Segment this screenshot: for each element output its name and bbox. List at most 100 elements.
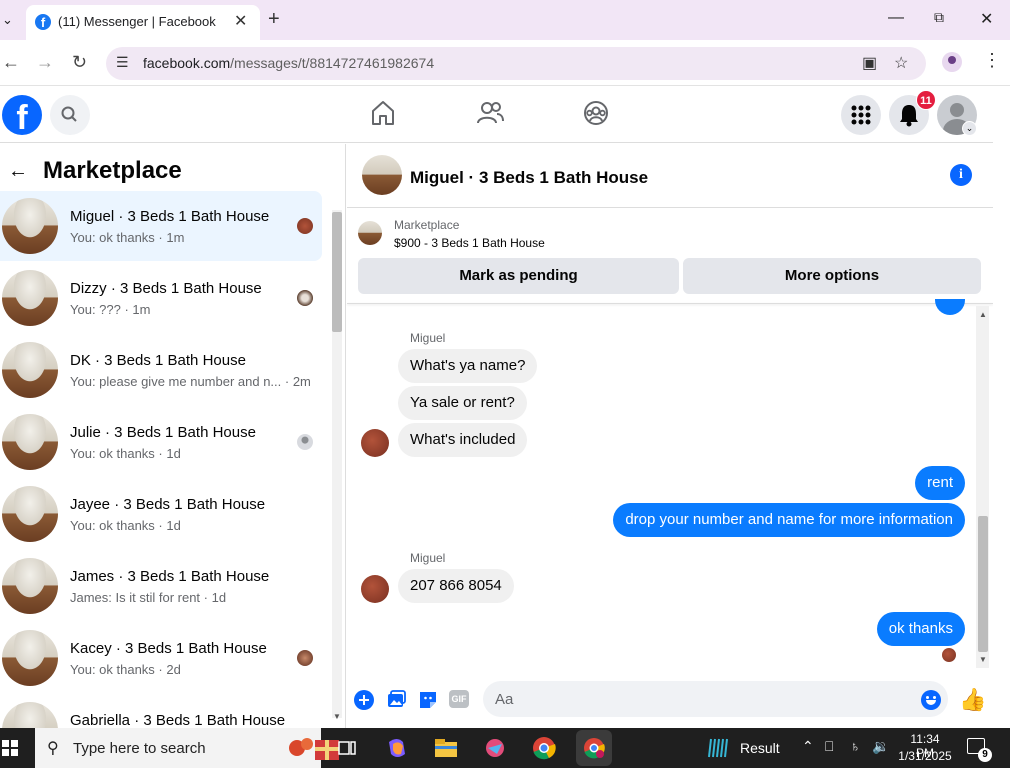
conversation-preview: You: ok thanks · 1m — [70, 230, 185, 245]
browser-toolbar: ← → ↻ ☰ facebook.com/messages/t/88147274… — [0, 40, 1010, 86]
seen-avatar — [297, 650, 313, 666]
tab-close-icon[interactable]: ✕ — [234, 11, 247, 31]
message-bubble-outgoing[interactable]: rent — [915, 466, 965, 500]
search-button[interactable] — [50, 95, 90, 135]
back-arrow-icon[interactable]: ← — [2, 52, 20, 73]
conversation-item[interactable]: James · 3 Beds 1 Bath House James: Is it… — [0, 551, 322, 621]
message-bubble-outgoing[interactable]: drop your number and name for more infor… — [613, 503, 965, 537]
sender-avatar[interactable] — [361, 575, 389, 603]
show-hidden-icons-chevron-up-icon[interactable]: ⌃ — [802, 738, 814, 755]
chrome-profile-icon[interactable] — [942, 52, 962, 72]
message-bubble-outgoing[interactable]: ok thanks — [876, 612, 965, 646]
conversation-item[interactable]: DK · 3 Beds 1 Bath House You: please giv… — [0, 335, 322, 405]
mark-as-pending-button[interactable]: Mark as pending — [358, 258, 679, 294]
listing-thumbnail — [2, 414, 58, 470]
gif-button[interactable]: GIF — [449, 690, 469, 708]
back-arrow-icon[interactable]: ← — [8, 160, 28, 183]
volume-icon[interactable]: 🔉 — [872, 738, 889, 755]
widget-result-label[interactable]: Result — [740, 740, 780, 756]
minimize-icon[interactable]: — — [888, 9, 904, 27]
listing-thumbnail — [2, 198, 58, 254]
message-bubble-incoming[interactable]: What's included — [398, 423, 528, 457]
notification-count-badge: 9 — [978, 748, 992, 762]
wifi-icon[interactable]: ♄ — [850, 738, 861, 754]
scrollbar-thumb[interactable] — [332, 212, 342, 332]
sticker-button[interactable] — [417, 689, 439, 711]
scroll-down-icon[interactable]: ▼ — [333, 712, 341, 721]
browser-tab-bar: ⌄ f (11) Messenger | Facebook ✕ + — ⧉ ✕ — [0, 0, 1010, 40]
chrome-profile-taskbar-icon[interactable] — [576, 730, 612, 766]
cricket-score-icon[interactable] — [706, 736, 734, 764]
groups-icon[interactable] — [582, 99, 610, 127]
listing-price-title[interactable]: $900 - 3 Beds 1 Bath House — [394, 236, 545, 250]
notification-badge: 11 — [916, 90, 936, 110]
address-bar[interactable]: ☰ facebook.com/messages/t/88147274619826… — [106, 47, 926, 80]
site-info-icon[interactable]: ☰ — [116, 54, 129, 71]
install-app-icon[interactable]: ▣ — [862, 53, 877, 73]
task-view-icon[interactable] — [333, 734, 361, 762]
meet-now-icon[interactable]: ⎕ — [825, 738, 833, 755]
more-options-button[interactable]: More options — [683, 258, 981, 294]
listing-thumbnail[interactable] — [358, 221, 382, 245]
conversation-preview: You: ok thanks · 1d — [70, 518, 181, 533]
taskbar-search-box[interactable]: ⚲ Type here to search — [35, 728, 339, 768]
copilot-icon[interactable] — [383, 734, 411, 762]
page-edge — [993, 144, 1010, 728]
conversation-list-scrollbar[interactable]: ▼ — [330, 206, 344, 726]
seen-indicator-avatar — [942, 648, 956, 662]
chat-header: Miguel · 3 Beds 1 Bath House i — [347, 144, 993, 208]
chat-listing-avatar[interactable] — [362, 155, 402, 195]
windows-taskbar: ⚲ Type here to search Result ⌃ ⎕ ♄ 🔉 11:… — [0, 728, 1010, 768]
divider — [347, 303, 993, 304]
message-bubble-incoming[interactable]: 207 866 8054 — [398, 569, 514, 603]
conversation-item[interactable]: Kacey · 3 Beds 1 Bath House You: ok than… — [0, 623, 322, 693]
message-composer: GIF 👍 — [347, 678, 993, 728]
chat-title[interactable]: Miguel · 3 Beds 1 Bath House — [410, 168, 648, 188]
conversation-item[interactable]: Miguel · 3 Beds 1 Bath House You: ok tha… — [0, 191, 322, 261]
scroll-down-icon[interactable]: ▼ — [979, 655, 987, 664]
reload-icon[interactable]: ↻ — [72, 52, 87, 73]
attach-photo-button[interactable] — [385, 689, 407, 711]
tab-search-icon[interactable]: ⌄ — [2, 12, 13, 28]
sender-avatar[interactable] — [361, 429, 389, 457]
message-bubble-outgoing — [935, 299, 965, 315]
listing-thumbnail — [2, 342, 58, 398]
menu-grid-button[interactable] — [841, 95, 881, 135]
message-bubble-incoming[interactable]: Ya sale or rent? — [398, 386, 527, 420]
snipping-tool-icon[interactable] — [481, 734, 509, 762]
new-tab-button[interactable]: + — [268, 8, 280, 31]
seen-avatar — [297, 434, 313, 450]
facebook-logo-icon[interactable]: f — [2, 95, 42, 135]
friends-icon[interactable] — [476, 99, 504, 127]
marketplace-label: Marketplace — [394, 218, 460, 232]
close-icon[interactable]: ✕ — [980, 9, 993, 29]
windows-start-icon[interactable] — [2, 740, 18, 756]
scroll-up-icon[interactable]: ▲ — [979, 310, 987, 319]
message-bubble-incoming[interactable]: What's ya name? — [398, 349, 538, 383]
conversation-item[interactable]: Dizzy · 3 Beds 1 Bath House You: ??? · 1… — [0, 263, 322, 333]
info-icon[interactable]: i — [950, 164, 972, 186]
chrome-menu-icon[interactable]: ⋮ — [983, 50, 1001, 71]
conversation-name: Kacey · 3 Beds 1 Bath House — [70, 640, 267, 657]
tab-title: (11) Messenger | Facebook — [58, 14, 216, 29]
emoji-icon[interactable] — [921, 690, 941, 710]
conversation-item[interactable]: Gabriella · 3 Beds 1 Bath House — [0, 695, 322, 728]
forward-arrow-icon[interactable]: → — [36, 52, 54, 73]
message-input[interactable] — [483, 681, 948, 717]
conversation-item[interactable]: Jayee · 3 Beds 1 Bath House You: ok than… — [0, 479, 322, 549]
file-explorer-icon[interactable] — [432, 734, 460, 762]
account-chevron-down-icon[interactable]: ⌄ — [962, 121, 977, 136]
conversation-name: Julie · 3 Beds 1 Bath House — [70, 424, 256, 441]
browser-tab[interactable]: f (11) Messenger | Facebook ✕ — [26, 5, 260, 40]
clock-date[interactable]: 1/31/2025 — [897, 749, 953, 763]
bookmark-star-icon[interactable]: ☆ — [894, 53, 908, 73]
thumbs-up-icon[interactable]: 👍 — [959, 687, 986, 713]
chat-panel: Miguel · 3 Beds 1 Bath House i Marketpla… — [347, 144, 993, 728]
home-icon[interactable] — [370, 99, 396, 127]
restore-icon[interactable]: ⧉ — [934, 9, 944, 26]
add-attachment-button[interactable] — [353, 689, 375, 711]
conversation-item[interactable]: Julie · 3 Beds 1 Bath House You: ok than… — [0, 407, 322, 477]
scrollbar-thumb[interactable] — [978, 516, 988, 652]
sender-name: Miguel — [410, 331, 446, 345]
chrome-icon[interactable] — [530, 734, 558, 762]
